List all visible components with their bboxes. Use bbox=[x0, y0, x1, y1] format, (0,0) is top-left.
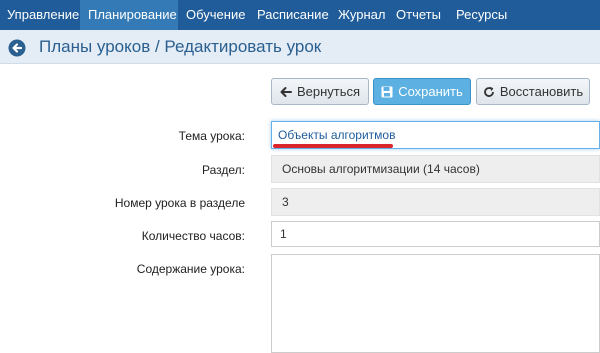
page-header: Планы уроков / Редактировать урок bbox=[0, 30, 600, 64]
hours-input[interactable]: 1 bbox=[271, 221, 600, 247]
content-label: Содержание урока: bbox=[136, 262, 245, 276]
nav-item-management[interactable]: Управление bbox=[0, 0, 80, 30]
back-button-label: Вернуться bbox=[296, 84, 361, 99]
nav-item-planning[interactable]: Планирование bbox=[80, 0, 178, 30]
floppy-disk-icon bbox=[381, 86, 393, 97]
save-button[interactable]: Сохранить bbox=[373, 78, 471, 105]
back-button[interactable]: Вернуться bbox=[271, 78, 369, 105]
top-navigation: Управление Планирование Обучение Расписа… bbox=[0, 0, 600, 30]
hours-label: Количество часов: bbox=[141, 229, 245, 243]
refresh-icon bbox=[484, 86, 494, 97]
nav-item-learning[interactable]: Обучение bbox=[178, 0, 250, 30]
circle-arrow-left-icon[interactable] bbox=[8, 39, 30, 57]
page-title: Планы уроков / Редактировать урок bbox=[39, 37, 322, 56]
nav-item-journal[interactable]: Журнал bbox=[330, 0, 388, 30]
save-button-label: Сохранить bbox=[398, 84, 463, 99]
lesson-number-field: 3 bbox=[271, 188, 600, 216]
lesson-number-label: Номер урока в разделе bbox=[114, 196, 245, 210]
nav-item-schedule[interactable]: Расписание bbox=[250, 0, 330, 30]
content-textarea[interactable] bbox=[271, 254, 600, 353]
section-field: Основы алгоритмизации (14 часов) bbox=[271, 155, 600, 183]
arrow-left-icon bbox=[280, 86, 292, 97]
section-label: Раздел: bbox=[202, 163, 245, 177]
nav-item-reports[interactable]: Отчеты bbox=[388, 0, 448, 30]
restore-button-label: Восстановить bbox=[499, 84, 584, 99]
annotation-underline bbox=[273, 144, 393, 148]
nav-item-resources[interactable]: Ресурсы bbox=[448, 0, 518, 30]
topic-label: Тема урока: bbox=[178, 129, 245, 143]
restore-button[interactable]: Восстановить bbox=[476, 78, 590, 105]
